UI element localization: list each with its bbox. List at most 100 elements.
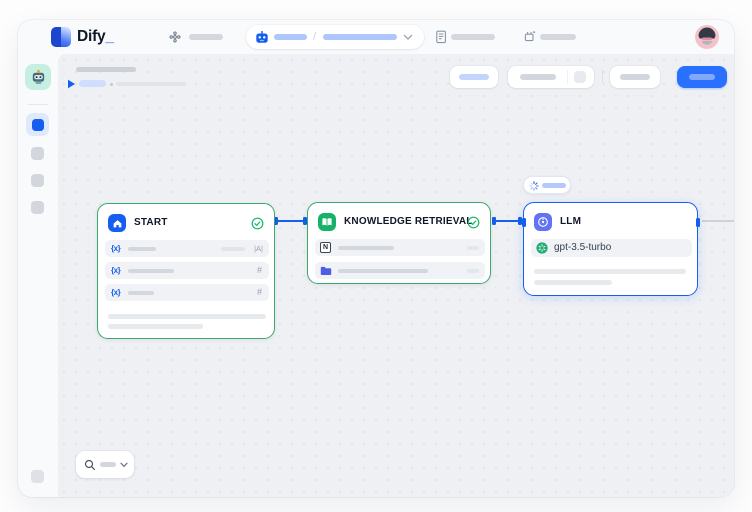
node-running-badge — [523, 176, 571, 194]
sidebar-item-3[interactable] — [31, 201, 44, 214]
zoom-value-placeholder — [100, 462, 116, 467]
variable-type-number: # — [257, 284, 262, 301]
source-meta-placeholder — [467, 269, 479, 274]
running-label-placeholder — [542, 183, 566, 188]
toolbar-features-button[interactable] — [450, 66, 498, 88]
model-row[interactable]: gpt-3.5-turbo — [531, 239, 692, 257]
edge-llm-next — [702, 220, 734, 222]
variable-row: {x} |A| — [105, 240, 269, 257]
dify-logo-right — [61, 27, 71, 47]
knowledge-source-row — [315, 262, 485, 279]
app-window: Dify_ / — [18, 20, 734, 497]
toolbar-publish-button[interactable] — [677, 66, 727, 88]
run-label-placeholder — [520, 74, 556, 80]
node-start[interactable]: START {x} |A| {x} # {x} # — [97, 203, 275, 339]
variable-type-number: # — [257, 262, 262, 279]
preview-label-placeholder — [620, 74, 650, 80]
logo-text: Dify — [77, 28, 105, 45]
zoom-control[interactable] — [76, 451, 134, 478]
nav-explore-label-placeholder — [189, 34, 223, 40]
dify-logo-icon — [51, 27, 71, 47]
node-description-placeholder — [534, 280, 612, 285]
source-name-placeholder — [338, 269, 428, 274]
run-meta-placeholder — [116, 82, 186, 86]
variable-name-placeholder — [128, 247, 156, 252]
book-icon — [318, 213, 336, 231]
toolbar-preview-button[interactable] — [610, 66, 660, 88]
sidebar-app-tile[interactable] — [25, 64, 51, 90]
workflow-canvas[interactable]: START {x} |A| {x} # {x} # — [58, 54, 734, 497]
dify-logo-left — [51, 27, 61, 47]
model-name: gpt-3.5-turbo — [554, 239, 611, 257]
source-name-placeholder — [338, 246, 394, 251]
left-sidebar — [18, 54, 58, 497]
sidebar-item-bottom[interactable] — [31, 470, 44, 483]
features-label-placeholder — [459, 74, 489, 80]
zoom-search-icon — [84, 459, 96, 471]
node-description-placeholder — [108, 314, 266, 319]
top-header: Dify_ / — [18, 20, 734, 54]
llm-icon — [534, 213, 552, 231]
notebook-icon — [435, 30, 447, 44]
logo-cursor: _ — [105, 28, 113, 45]
run-status-placeholder[interactable] — [79, 80, 106, 87]
source-meta-placeholder — [467, 246, 479, 251]
robot-app-icon — [255, 30, 269, 44]
variable-row: {x} # — [105, 284, 269, 301]
llm-output-handle[interactable] — [696, 218, 700, 227]
nav-plugins-label-placeholder — [540, 34, 576, 40]
chevron-down-icon[interactable] — [403, 34, 413, 41]
node-description-placeholder — [534, 269, 686, 274]
variable-value-placeholder — [221, 247, 245, 252]
variable-icon: {x} — [111, 262, 120, 279]
app-selector[interactable]: / — [246, 25, 424, 49]
node-knowledge-retrieval[interactable]: KNOWLEDGE RETRIEVAL N — [307, 202, 491, 284]
edge-cap — [518, 217, 522, 225]
sidebar-divider — [28, 104, 48, 105]
plugin-icon — [523, 30, 536, 43]
history-icon-button[interactable] — [574, 71, 586, 83]
run-meta-dot — [110, 83, 113, 86]
edge-start-knowledge — [277, 220, 305, 222]
nav-docs-label-placeholder — [451, 34, 495, 40]
variable-name-placeholder — [128, 269, 174, 274]
sidebar-item-workflow-active[interactable] — [26, 113, 49, 136]
openai-icon — [536, 242, 548, 254]
nav-docs[interactable] — [435, 30, 515, 45]
app-selector-separator: / — [313, 25, 316, 49]
knowledge-source-row: N — [315, 239, 485, 256]
success-check-icon — [251, 217, 264, 230]
folder-icon — [320, 266, 332, 276]
group-separator — [567, 70, 568, 84]
notion-letter: N — [323, 244, 328, 251]
llm-input-handle[interactable] — [522, 218, 526, 227]
edge-cap — [303, 217, 307, 225]
node-title: LLM — [560, 213, 581, 231]
variable-type-string: |A| — [254, 240, 263, 257]
node-title: START — [134, 214, 168, 232]
spinner-icon — [529, 181, 539, 191]
app-robot-icon — [30, 69, 47, 86]
success-check-icon — [467, 216, 480, 229]
variable-name-placeholder — [128, 291, 154, 296]
logo-wordmark: Dify_ — [77, 20, 114, 54]
variable-icon: {x} — [111, 284, 120, 301]
sidebar-item-2[interactable] — [31, 174, 44, 187]
nav-plugins[interactable] — [523, 30, 593, 45]
node-llm[interactable]: LLM gpt-3.5-turbo — [523, 202, 698, 296]
notion-page-icon: N — [320, 242, 331, 253]
workflow-name-placeholder — [323, 34, 397, 40]
sidebar-item-1[interactable] — [31, 147, 44, 160]
variable-row: {x} # — [105, 262, 269, 279]
run-play-icon[interactable] — [67, 79, 76, 89]
node-description-placeholder — [108, 324, 203, 329]
user-avatar[interactable] — [695, 25, 719, 49]
workflow-title-placeholder — [76, 67, 136, 72]
home-icon — [108, 214, 126, 232]
publish-label-placeholder — [689, 74, 715, 80]
toolbar-divider — [602, 70, 603, 83]
node-title: KNOWLEDGE RETRIEVAL — [344, 213, 473, 231]
toolbar-run-history-group[interactable] — [508, 66, 594, 88]
workflow-active-glyph — [32, 119, 44, 131]
chevron-down-icon[interactable] — [120, 462, 128, 468]
